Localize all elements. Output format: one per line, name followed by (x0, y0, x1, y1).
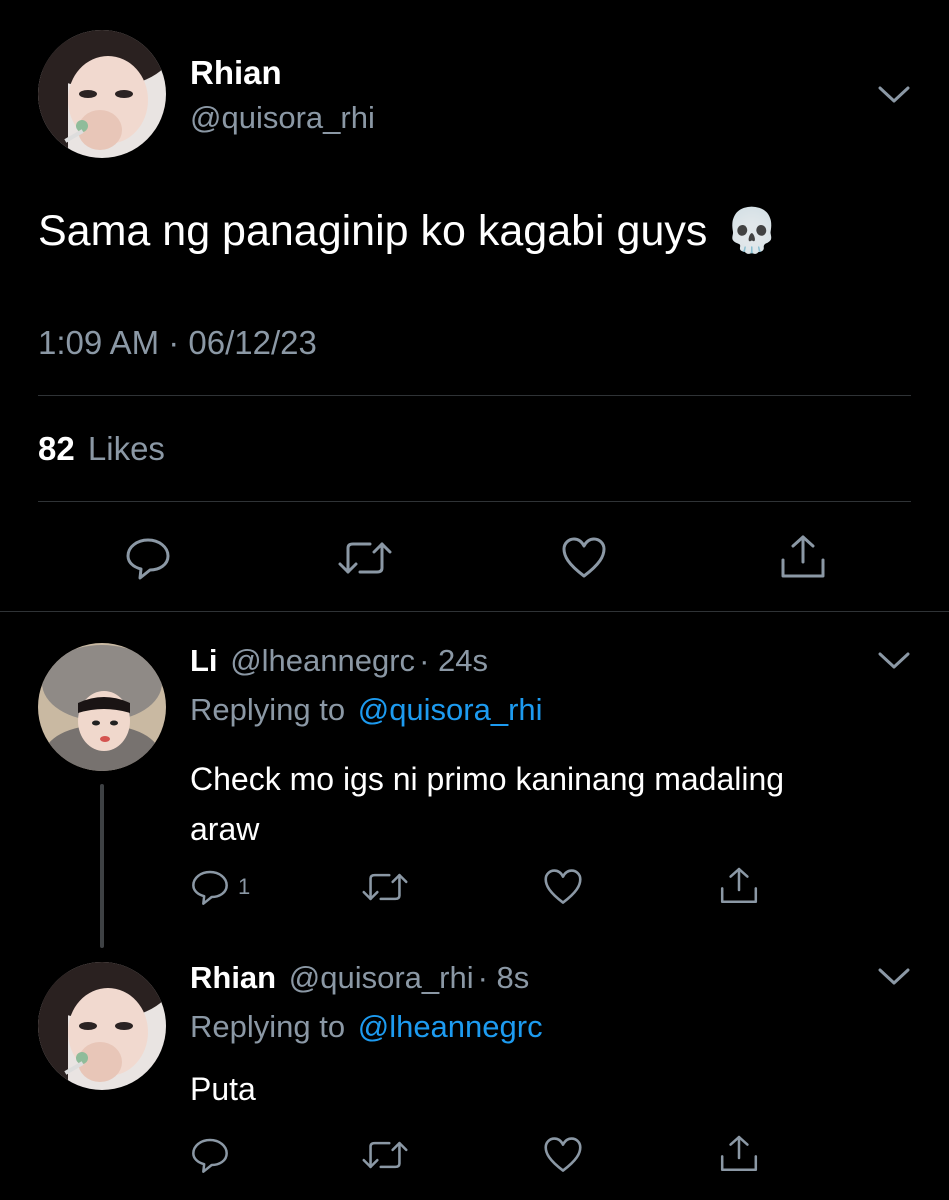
reply-icon[interactable] (190, 1136, 230, 1174)
share-icon[interactable] (718, 864, 760, 906)
tweet-text: Sama ng panaginip ko kagabi guys 💀 (38, 206, 779, 256)
reply-header: Rhian @quisora_rhi · 8s (190, 960, 529, 996)
likes-label: Likes (87, 430, 165, 467)
reply-count: 1 (238, 874, 251, 899)
timestamp[interactable]: 1:09 AM · 06/12/23 (38, 324, 317, 362)
avatar[interactable] (38, 962, 166, 1090)
divider (0, 611, 949, 612)
retweet-icon[interactable] (360, 870, 410, 904)
replying-to: Replying to @quisora_rhi (190, 692, 543, 728)
skull-emoji: 💀 (725, 207, 779, 255)
avatar[interactable] (38, 643, 166, 771)
thread-line (100, 784, 104, 948)
author-handle[interactable]: @lheannegrc (230, 643, 415, 678)
divider (38, 501, 911, 502)
retweet-icon[interactable] (360, 1138, 410, 1172)
reply-header: Li @lheannegrc · 24s (190, 643, 488, 679)
likes-count: 82 (38, 430, 75, 467)
divider (38, 395, 911, 396)
author-handle[interactable]: @quisora_rhi (289, 960, 474, 995)
reply-text-line: Check mo igs ni primo kaninang madaling (190, 761, 785, 797)
reply-icon[interactable]: 1 (190, 868, 250, 906)
like-icon[interactable] (542, 1136, 584, 1174)
author-handle[interactable]: @quisora_rhi (190, 100, 375, 136)
like-icon[interactable] (542, 868, 584, 906)
like-icon[interactable] (560, 536, 608, 580)
replying-prefix: Replying to (190, 692, 346, 727)
reply-age[interactable]: · 8s (478, 960, 530, 995)
tweet-text-body: Sama ng panaginip ko kagabi guys (38, 207, 708, 255)
author-name[interactable]: Li (190, 643, 218, 678)
share-icon[interactable] (778, 532, 828, 580)
reply-icon[interactable] (124, 536, 172, 580)
replying-to-handle[interactable]: @lheannegrc (358, 1009, 543, 1044)
likes-stat[interactable]: 82 Likes (38, 430, 165, 468)
reply-text: Puta (190, 1071, 256, 1107)
avatar[interactable] (38, 30, 166, 158)
share-icon[interactable] (718, 1132, 760, 1174)
author-name[interactable]: Rhian (190, 960, 276, 995)
chevron-down-icon[interactable] (876, 84, 912, 106)
chevron-down-icon[interactable] (876, 966, 912, 988)
replying-to-handle[interactable]: @quisora_rhi (358, 692, 543, 727)
replying-to: Replying to @lheannegrc (190, 1009, 543, 1045)
author-name[interactable]: Rhian (190, 54, 282, 92)
chevron-down-icon[interactable] (876, 650, 912, 672)
reply-text-line: araw (190, 811, 260, 847)
replying-prefix: Replying to (190, 1009, 346, 1044)
retweet-icon[interactable] (336, 538, 394, 578)
reply-text: Check mo igs ni primo kaninang madaling … (190, 754, 784, 854)
reply-age[interactable]: · 24s (419, 643, 488, 678)
